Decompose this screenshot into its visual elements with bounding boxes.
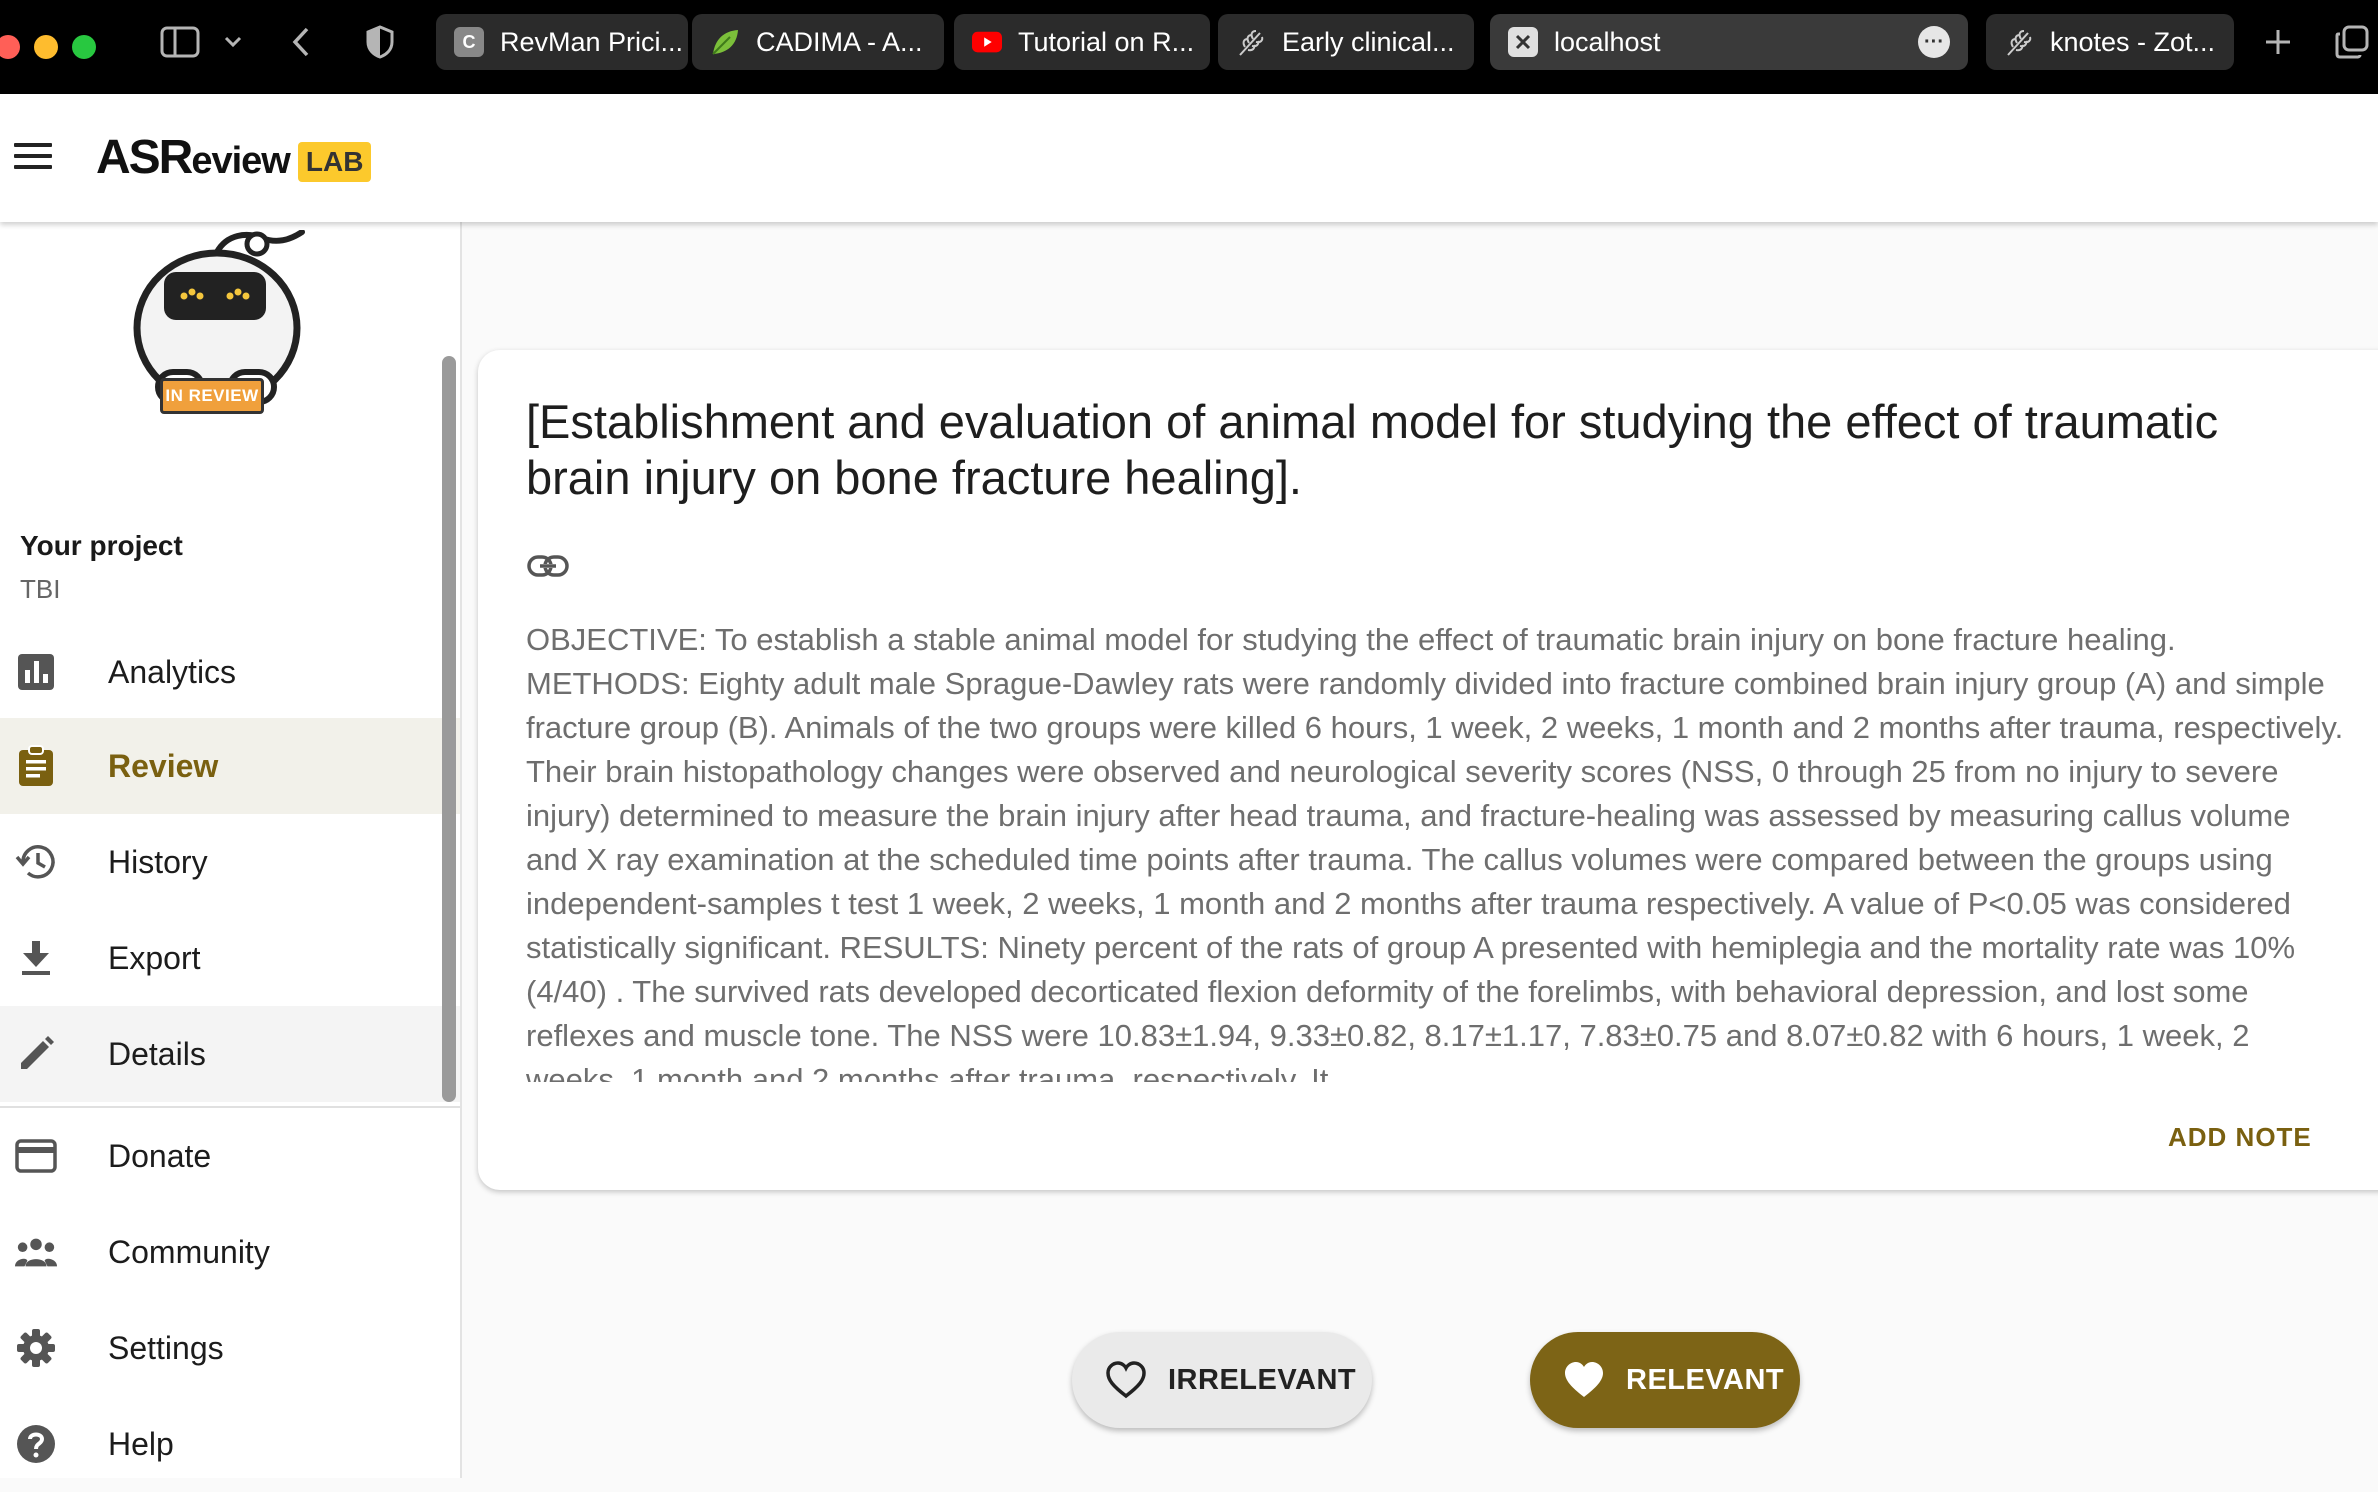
maximize-window-button[interactable] bbox=[72, 35, 96, 59]
sidebar-item-export[interactable]: Export bbox=[0, 910, 460, 1006]
sidebar-item-label: Export bbox=[108, 939, 201, 976]
credit-card-icon bbox=[14, 1134, 58, 1178]
analytics-icon bbox=[14, 650, 58, 694]
tab-title: knotes - Zot... bbox=[2050, 26, 2216, 57]
pencil-icon bbox=[14, 1032, 58, 1076]
sidebar-item-label: Analytics bbox=[108, 653, 237, 690]
gear-icon bbox=[14, 1326, 58, 1370]
review-main-area: [Establishment and evaluation of animal … bbox=[464, 222, 2378, 1478]
app-bar: ASReview LAB bbox=[0, 94, 2378, 222]
record-card: [Establishment and evaluation of animal … bbox=[478, 350, 2378, 1190]
browser-tab[interactable]: C RevMan Prici... bbox=[436, 14, 688, 70]
sidebar-item-analytics[interactable]: Analytics bbox=[0, 624, 460, 720]
sidebar-item-settings[interactable]: Settings bbox=[0, 1300, 460, 1396]
wheat-favicon-icon bbox=[1236, 27, 1266, 57]
relevant-button[interactable]: RELEVANT bbox=[1530, 1332, 1800, 1428]
sidebar-item-label: Donate bbox=[108, 1137, 212, 1174]
help-icon bbox=[14, 1422, 58, 1466]
youtube-favicon-icon bbox=[972, 27, 1002, 57]
sidebar-item-community[interactable]: Community bbox=[0, 1204, 460, 1300]
tab-title: localhost bbox=[1554, 26, 1661, 57]
sidebar-item-label: Settings bbox=[108, 1329, 224, 1366]
leaf-favicon-icon bbox=[710, 27, 740, 57]
logo-text: ASReview bbox=[96, 131, 291, 184]
irrelevant-button[interactable]: IRRELEVANT bbox=[1072, 1332, 1372, 1428]
sidebar-item-details[interactable]: Details bbox=[0, 1006, 460, 1102]
irrelevant-label: IRRELEVANT bbox=[1168, 1363, 1357, 1396]
hamburger-menu-icon[interactable] bbox=[14, 134, 58, 178]
browser-tab-active[interactable]: localhost ··· bbox=[1490, 14, 1968, 70]
browser-tab[interactable]: CADIMA - A... bbox=[692, 14, 944, 70]
project-name: TBI bbox=[20, 574, 61, 604]
tab-title: Early clinical... bbox=[1282, 26, 1455, 57]
shield-icon[interactable] bbox=[362, 22, 398, 62]
more-icon[interactable]: ··· bbox=[1918, 26, 1950, 58]
chevron-down-icon[interactable] bbox=[218, 22, 248, 62]
heart-filled-icon bbox=[1562, 1358, 1606, 1402]
sidebar-item-history[interactable]: History bbox=[0, 814, 460, 910]
community-icon bbox=[14, 1230, 58, 1274]
sidebar-item-donate[interactable]: Donate bbox=[0, 1108, 460, 1204]
project-heading: Your project bbox=[20, 530, 183, 561]
tab-title: CADIMA - A... bbox=[756, 26, 923, 57]
record-title: [Establishment and evaluation of animal … bbox=[526, 395, 2219, 504]
clipboard-icon bbox=[14, 744, 58, 788]
sidebar-item-label: Help bbox=[108, 1425, 174, 1462]
record-abstract: OBJECTIVE: To establish a stable animal … bbox=[526, 622, 2344, 1082]
new-tab-plus-icon[interactable] bbox=[2258, 22, 2298, 62]
browser-tab[interactable]: Early clinical... bbox=[1218, 14, 1474, 70]
tab-overview-icon[interactable] bbox=[2330, 22, 2374, 62]
localhost-favicon-icon bbox=[1508, 27, 1538, 57]
browser-tab[interactable]: knotes - Zot... bbox=[1986, 14, 2234, 70]
tab-title: Tutorial on R... bbox=[1018, 26, 1195, 57]
browser-tab[interactable]: Tutorial on R... bbox=[954, 14, 1210, 70]
relevant-label: RELEVANT bbox=[1626, 1363, 1785, 1396]
add-note-button[interactable]: ADD NOTE bbox=[2168, 1122, 2312, 1153]
window-controls bbox=[0, 35, 96, 59]
logo-lab-badge: LAB bbox=[297, 141, 372, 182]
browser-tab-strip: C RevMan Prici... CADIMA - A... Tutorial… bbox=[0, 0, 2378, 94]
download-icon bbox=[14, 936, 58, 980]
sidebar-toggle-icon[interactable] bbox=[156, 22, 204, 62]
tab-title: RevMan Prici... bbox=[500, 26, 684, 57]
mascot-in-review-badge: IN REVIEW bbox=[160, 378, 264, 414]
asreview-logo: ASReview LAB bbox=[96, 130, 372, 185]
sidebar-item-label: Community bbox=[108, 1233, 270, 1270]
minimize-window-button[interactable] bbox=[34, 35, 58, 59]
close-window-button[interactable] bbox=[0, 35, 20, 59]
back-arrow-icon[interactable] bbox=[286, 22, 316, 62]
navigation-drawer: IN REVIEW Your project TBI Analytics Rev… bbox=[0, 222, 462, 1478]
sidebar-item-label: Details bbox=[108, 1035, 206, 1072]
link-icon[interactable] bbox=[526, 544, 570, 588]
sidebar-item-label: History bbox=[108, 843, 208, 880]
wheat-favicon-icon bbox=[2004, 27, 2034, 57]
sidebar-item-label: Review bbox=[108, 747, 219, 784]
sidebar-scrollbar[interactable] bbox=[442, 356, 456, 1102]
history-icon bbox=[14, 840, 58, 884]
revman-favicon-icon: C bbox=[454, 27, 484, 57]
heart-outline-icon bbox=[1104, 1358, 1148, 1402]
sidebar-item-review[interactable]: Review bbox=[0, 718, 460, 814]
